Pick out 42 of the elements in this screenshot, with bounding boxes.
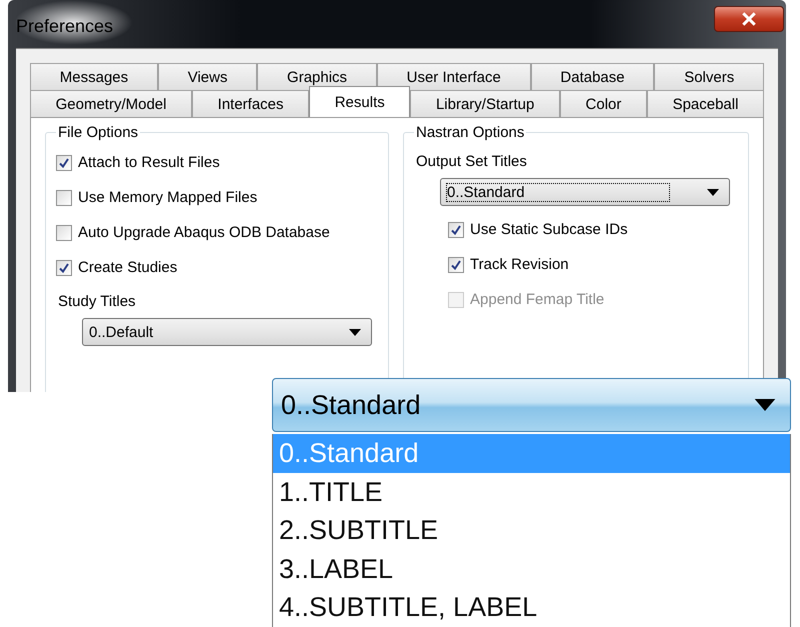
- tab[interactable]: Color: [560, 90, 647, 117]
- checkbox-label: Track Revision: [470, 256, 569, 273]
- dropdown[interactable]: 0..Standard: [440, 178, 730, 206]
- checkbox[interactable]: [56, 260, 72, 276]
- group-title: File Options: [57, 124, 140, 141]
- tab[interactable]: Views: [158, 63, 258, 90]
- caret-icon: [707, 188, 719, 196]
- checkbox[interactable]: [56, 224, 72, 240]
- tab[interactable]: Interfaces: [192, 90, 310, 117]
- dropdown-option[interactable]: 1..TITLE: [273, 472, 790, 511]
- checkbox-label: Attach to Result Files: [78, 154, 220, 171]
- caret-icon: [349, 328, 361, 336]
- tab[interactable]: Spaceball: [646, 90, 764, 117]
- field-label: Output Set Titles: [416, 153, 528, 170]
- dropdown-option[interactable]: 4..SUBTITLE, LABEL: [273, 588, 790, 626]
- tab[interactable]: Graphics: [257, 63, 377, 90]
- window-title: Preferences: [14, 0, 134, 45]
- tab[interactable]: Solvers: [654, 63, 764, 90]
- group-title: Nastran Options: [415, 124, 526, 141]
- close-icon: [741, 12, 757, 26]
- checkbox-label: Auto Upgrade Abaqus ODB Database: [78, 224, 330, 241]
- checkbox[interactable]: [56, 190, 72, 206]
- tab[interactable]: User Interface: [376, 63, 531, 90]
- dropdown[interactable]: 0..Standard: [272, 378, 791, 432]
- checkbox-label: Create Studies: [78, 259, 178, 276]
- tab[interactable]: Results: [309, 86, 410, 117]
- checkbox-label: Use Static Subcase IDs: [470, 221, 628, 238]
- checkbox[interactable]: [56, 154, 72, 170]
- dropdown-option[interactable]: 2..SUBTITLE: [273, 511, 790, 550]
- checkbox-label: Use Memory Mapped Files: [78, 189, 258, 206]
- dropdown-option[interactable]: 3..LABEL: [273, 550, 790, 588]
- dropdown[interactable]: 0..Default: [82, 318, 372, 346]
- tab[interactable]: Geometry/Model: [30, 90, 192, 117]
- caret-icon: [754, 399, 776, 411]
- tab[interactable]: Database: [530, 63, 654, 90]
- checkbox[interactable]: [448, 256, 464, 272]
- checkbox-label: Append Femap Title: [470, 291, 604, 308]
- checkbox[interactable]: [448, 222, 464, 238]
- tab[interactable]: Messages: [30, 63, 158, 90]
- field-label: Study Titles: [58, 293, 137, 310]
- tab[interactable]: Library/Startup: [410, 90, 560, 117]
- close-button[interactable]: [714, 6, 784, 32]
